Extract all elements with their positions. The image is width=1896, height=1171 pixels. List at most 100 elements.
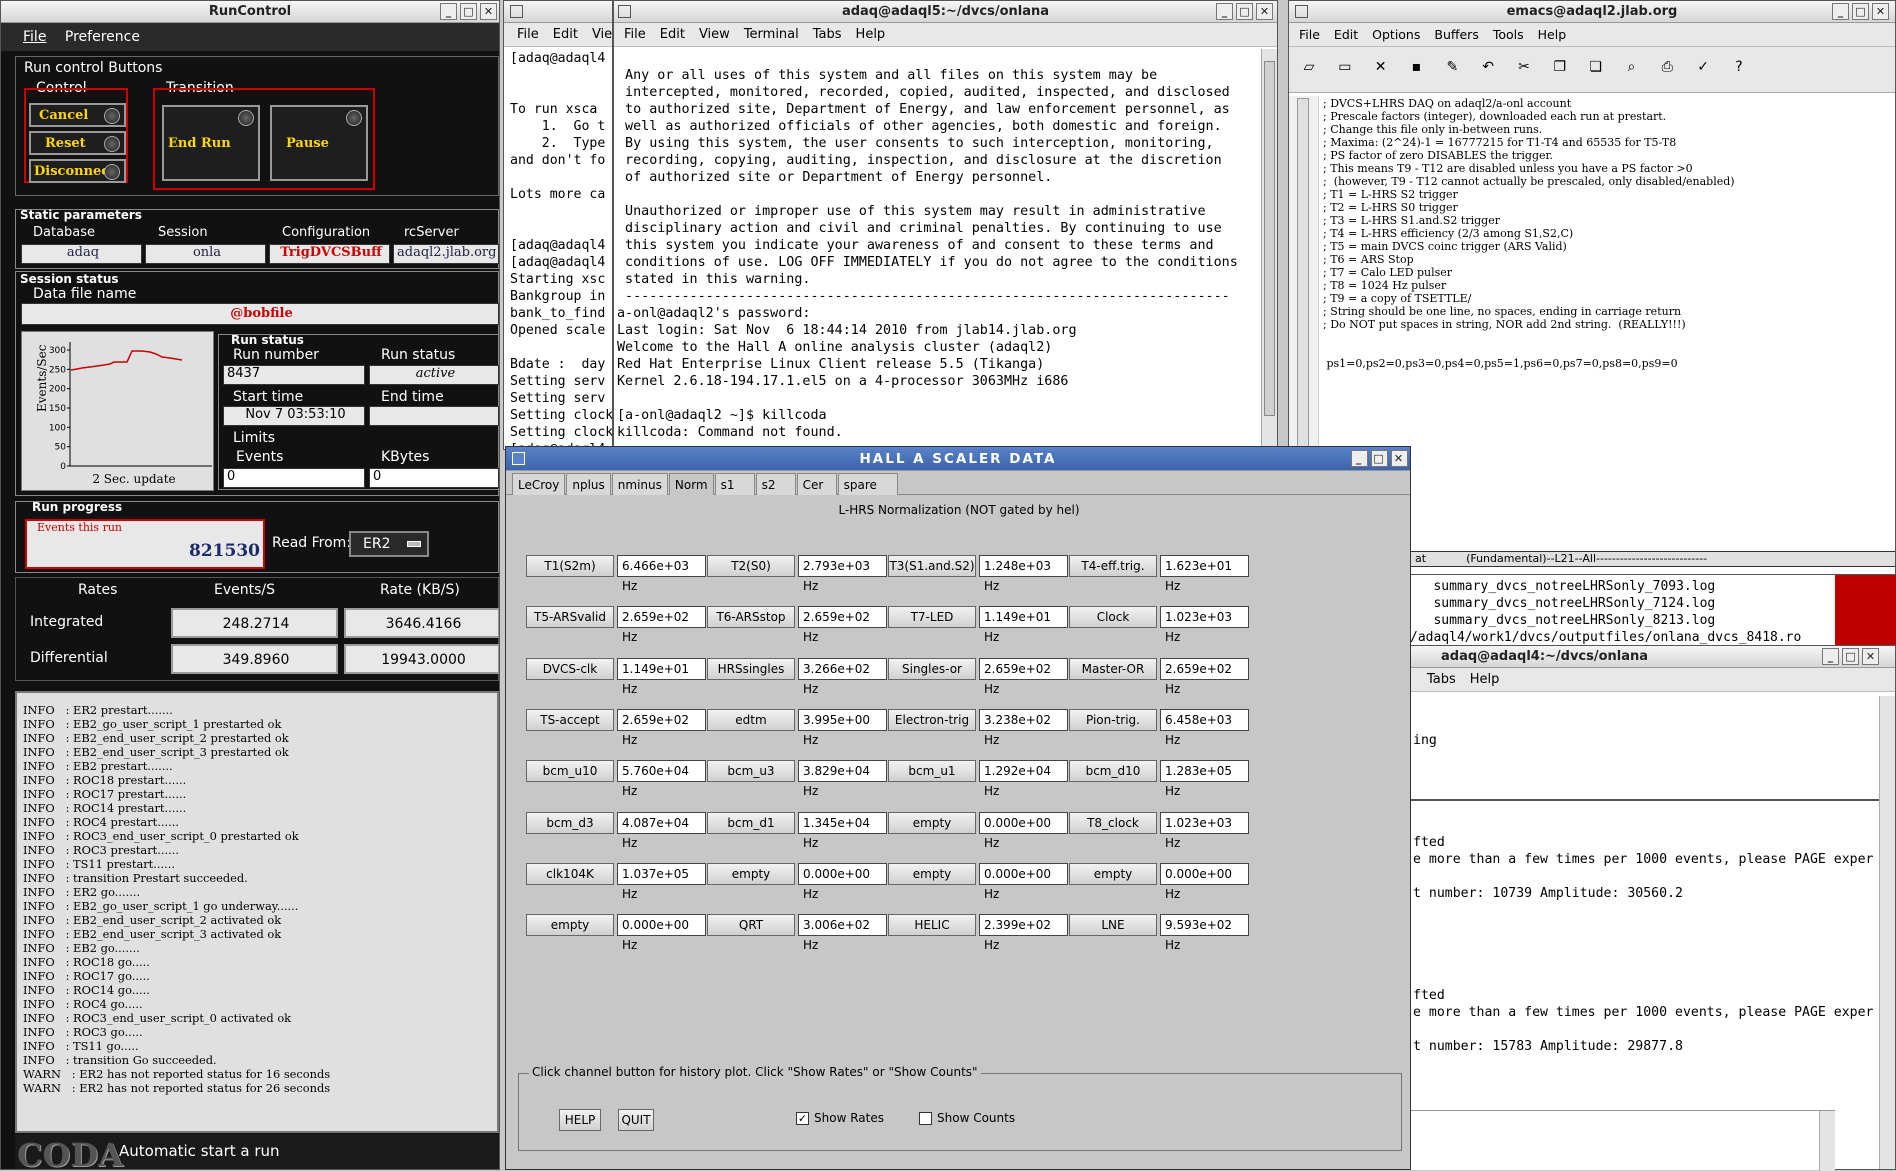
save-icon[interactable]: ▪ xyxy=(1406,59,1426,77)
preferences-icon[interactable]: ✓ xyxy=(1693,59,1713,77)
scaler-channel-button[interactable]: empty xyxy=(707,862,795,885)
right-terminal-titlebar[interactable]: adaq@adaql4:~/dvcs/onlana _ □ ✕ xyxy=(1411,646,1895,668)
scaler-channel-button[interactable]: empty xyxy=(526,914,614,937)
scaler-channel-button[interactable]: bcm_u3 xyxy=(707,760,795,783)
menu-file[interactable]: File xyxy=(517,27,539,42)
menu-terminal[interactable]: Terminal xyxy=(744,27,799,42)
copy-icon[interactable]: ❐ xyxy=(1550,59,1570,77)
read-from-select[interactable]: ER2 xyxy=(349,531,429,557)
menu-tabs[interactable]: Tabs xyxy=(813,27,842,42)
events-limit-field[interactable]: 0 xyxy=(223,468,365,488)
end-run-button[interactable]: End Run xyxy=(162,105,260,181)
menu-view[interactable]: View xyxy=(699,27,730,42)
runcontrol-titlebar[interactable]: RunControl _ □ ✕ xyxy=(1,1,499,23)
close-button[interactable]: ✕ xyxy=(1256,3,1273,20)
scaler-channel-button[interactable]: T4-eff.trig. xyxy=(1069,555,1157,577)
scaler-channel-button[interactable]: T8_clock xyxy=(1069,811,1157,834)
window-menu-icon[interactable] xyxy=(1295,5,1308,18)
right-terminal-text[interactable]: ing fted e more than a few times per 1000… xyxy=(1411,692,1895,1061)
help-button[interactable]: HELP xyxy=(559,1109,601,1131)
scaler-channel-button[interactable]: LNE xyxy=(1069,914,1157,937)
scaler-channel-button[interactable]: HRSsingles xyxy=(707,657,795,680)
scaler-channel-button[interactable]: empty xyxy=(1069,862,1157,885)
close-button[interactable]: ✕ xyxy=(1862,648,1879,665)
menu-buffers[interactable]: Buffers xyxy=(1434,27,1478,42)
tab-cer[interactable]: Cer xyxy=(796,473,837,495)
minimize-button[interactable]: _ xyxy=(1832,3,1849,20)
scaler-channel-button[interactable]: Master-OR xyxy=(1069,657,1157,680)
scaler-channel-button[interactable]: HELIC xyxy=(888,914,976,937)
tab-s1[interactable]: s1 xyxy=(714,473,755,495)
menu-help[interactable]: Help xyxy=(1538,27,1567,42)
close-button[interactable]: ✕ xyxy=(480,3,497,20)
new-file-icon[interactable]: ▱ xyxy=(1299,59,1319,77)
scaler-channel-button[interactable]: T1(S2m) xyxy=(526,555,614,577)
menu-file[interactable]: File xyxy=(624,27,646,42)
scaler-titlebar[interactable]: HALL A SCALER DATA _ □ ✕ xyxy=(506,447,1410,471)
close-icon[interactable]: ✕ xyxy=(1371,59,1391,77)
log-panel[interactable]: INFO : ER2 prestart....... INFO : EB2_go_… xyxy=(15,691,499,1133)
maximize-button[interactable]: □ xyxy=(1371,450,1388,467)
scaler-channel-button[interactable]: bcm_u1 xyxy=(888,760,976,783)
paste-icon[interactable]: ❏ xyxy=(1586,59,1606,77)
menu-tabs[interactable]: Tabs xyxy=(1427,672,1456,687)
scaler-channel-button[interactable]: Clock xyxy=(1069,606,1157,629)
minimize-button[interactable]: _ xyxy=(1216,3,1233,20)
scaler-channel-button[interactable]: TS-accept xyxy=(526,708,614,731)
back-terminal-text[interactable]: [adaq@adaql4 To run xsca 1. Go t 2. Type… xyxy=(504,47,612,449)
scrollbar[interactable] xyxy=(1261,49,1277,447)
emacs-titlebar[interactable]: emacs@adaql2.jlab.org _ □ ✕ xyxy=(1289,1,1895,23)
maximize-button[interactable]: □ xyxy=(1842,648,1859,665)
scaler-channel-button[interactable]: DVCS-clk xyxy=(526,657,614,680)
minimize-button[interactable]: _ xyxy=(1351,450,1368,467)
scaler-channel-button[interactable]: T6-ARSstop xyxy=(707,606,795,629)
scaler-channel-button[interactable]: Singles-or xyxy=(888,657,976,680)
tab-lecroy[interactable]: LeCroy xyxy=(512,473,566,495)
scaler-channel-button[interactable]: T2(S0) xyxy=(707,555,795,577)
pause-button[interactable]: Pause xyxy=(270,105,368,181)
minimize-button[interactable]: _ xyxy=(440,3,457,20)
help-icon[interactable]: ? xyxy=(1729,59,1749,77)
disconnect-button[interactable]: Disconnect xyxy=(29,159,126,183)
scaler-channel-button[interactable]: QRT xyxy=(707,914,795,937)
window-menu-icon[interactable] xyxy=(510,5,523,18)
scaler-channel-button[interactable]: clk104K xyxy=(526,862,614,885)
menu-edit[interactable]: Edit xyxy=(660,27,685,42)
scaler-channel-button[interactable]: empty xyxy=(888,811,976,834)
scaler-channel-button[interactable]: bcm_u10 xyxy=(526,760,614,783)
scrollbar-thumb[interactable] xyxy=(1264,61,1275,416)
show-rates-checkbox[interactable]: ✓ xyxy=(796,1112,809,1125)
window-menu-icon[interactable] xyxy=(512,452,525,465)
close-button[interactable]: ✕ xyxy=(1391,450,1408,467)
scrollbar[interactable] xyxy=(1819,1111,1835,1171)
close-button[interactable]: ✕ xyxy=(1872,3,1889,20)
tab-spare[interactable]: spare xyxy=(837,473,898,495)
menu-help[interactable]: Help xyxy=(856,27,886,42)
cut-icon[interactable]: ✂ xyxy=(1514,59,1534,77)
scaler-channel-button[interactable]: bcm_d3 xyxy=(526,811,614,834)
scaler-channel-button[interactable]: bcm_d10 xyxy=(1069,760,1157,783)
scaler-channel-button[interactable]: edtm xyxy=(707,708,795,731)
tab-nminus[interactable]: nminus xyxy=(611,473,668,495)
main-terminal-titlebar[interactable]: adaq@adaql5:~/dvcs/onlana _ □ ✕ xyxy=(614,1,1277,23)
tab-nplus[interactable]: nplus xyxy=(566,473,611,495)
maximize-button[interactable]: □ xyxy=(1852,3,1869,20)
scaler-channel-button[interactable]: T5-ARSvalid xyxy=(526,606,614,629)
reset-button[interactable]: Reset xyxy=(29,131,126,155)
menu-file[interactable]: File xyxy=(23,29,46,45)
menu-edit[interactable]: Edit xyxy=(553,27,578,42)
cancel-button[interactable]: Cancel xyxy=(29,103,126,127)
kbytes-limit-field[interactable]: 0 xyxy=(369,468,499,488)
scaler-channel-button[interactable]: Electron-trig xyxy=(888,708,976,731)
maximize-button[interactable]: □ xyxy=(460,3,477,20)
scaler-channel-button[interactable]: bcm_d1 xyxy=(707,811,795,834)
scaler-channel-button[interactable]: Pion-trig. xyxy=(1069,708,1157,731)
show-counts-checkbox[interactable] xyxy=(919,1112,932,1125)
menu-tools[interactable]: Tools xyxy=(1493,27,1524,42)
search-icon[interactable]: ⌕ xyxy=(1621,59,1641,77)
scaler-channel-button[interactable]: T3(S1.and.S2) xyxy=(888,555,976,577)
save-as-icon[interactable]: ✎ xyxy=(1442,59,1462,77)
menu-preference[interactable]: Preference xyxy=(65,29,140,45)
menu-file[interactable]: File xyxy=(1299,27,1320,42)
main-terminal-text[interactable]: Any or all uses of this system and all f… xyxy=(614,47,1277,444)
